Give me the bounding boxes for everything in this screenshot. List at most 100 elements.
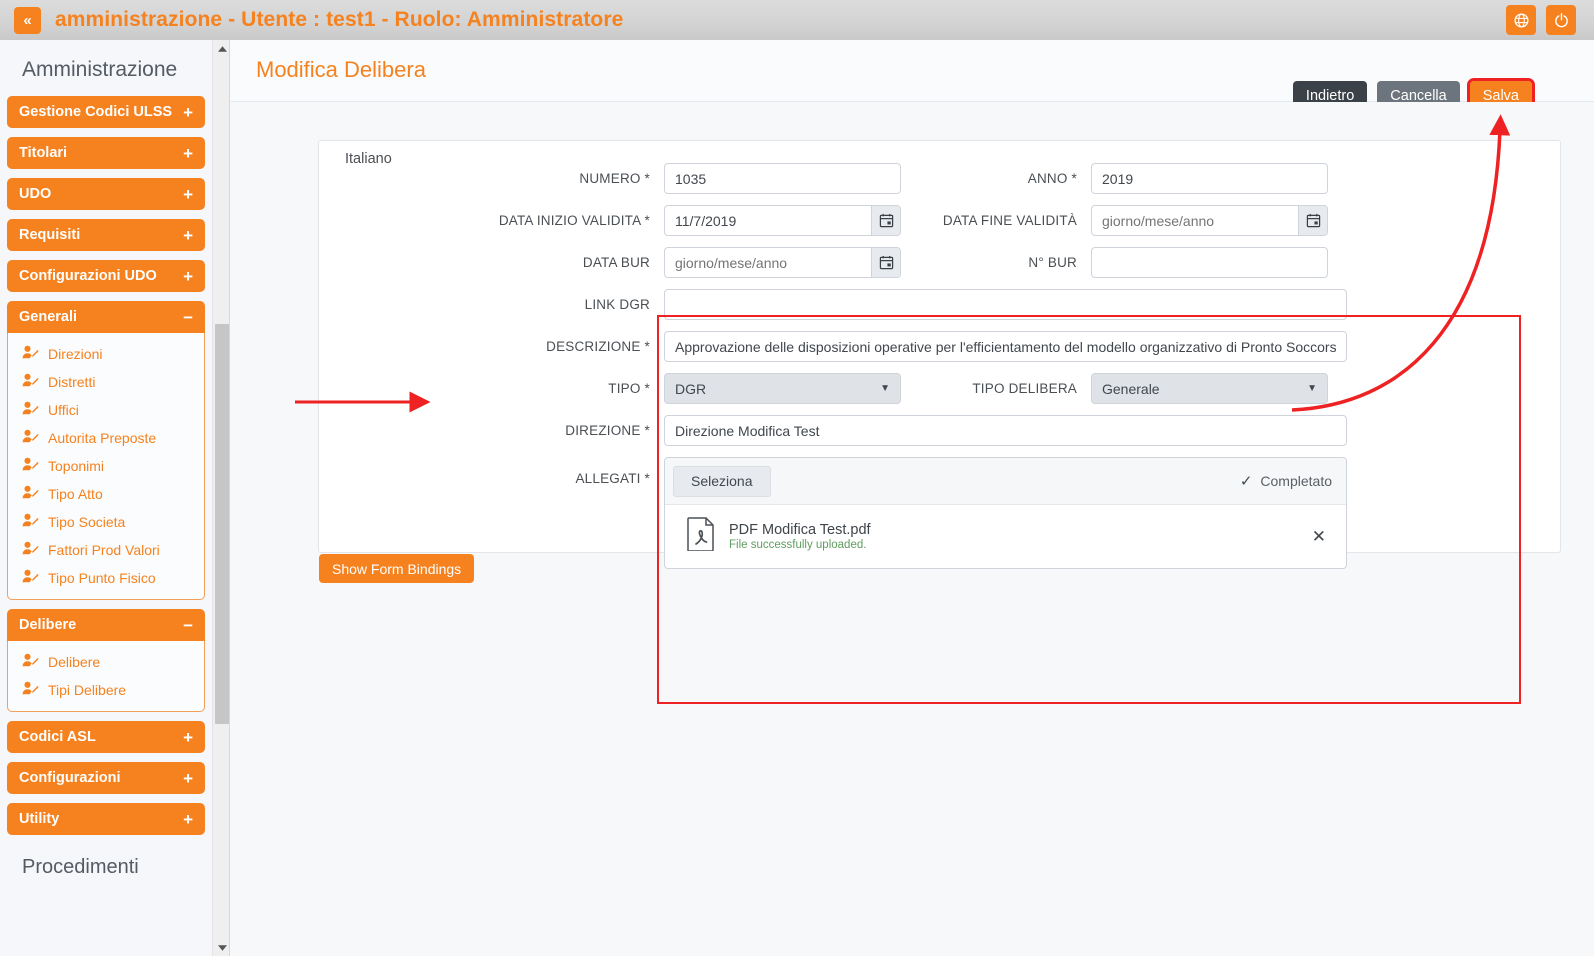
seleziona-button[interactable]: Seleziona: [673, 466, 771, 497]
sidebar-group-label: Codici ASL: [19, 729, 183, 745]
double-chevron-left-icon: «: [23, 12, 31, 29]
form-row-direzione: DIREZIONE *: [419, 415, 1567, 446]
form-row-bur: DATA BUR: [419, 247, 1567, 278]
sidebar-group-header-gestione-codici-ulss[interactable]: Gestione Codici ULSS+: [7, 96, 205, 128]
allegati-box: Seleziona ✓ Completato: [664, 457, 1347, 569]
user-edit-icon: [22, 429, 39, 447]
sidebar-group: Codici ASL+: [7, 721, 205, 753]
top-bar: « amministrazione - Utente : test1 - Ruo…: [0, 0, 1594, 40]
check-icon: ✓: [1240, 472, 1253, 490]
sidebar-title: Amministrazione: [0, 40, 212, 96]
sidebar-group-header-generali[interactable]: Generali−: [7, 301, 205, 333]
sidebar-item-toponimi[interactable]: Toponimi: [8, 452, 204, 480]
sidebar-group-header-configurazioni[interactable]: Configurazioni+: [7, 762, 205, 794]
main-content: Modifica Delibera Indietro Cancella Salv…: [231, 40, 1594, 956]
sidebar-group-label: Generali: [19, 309, 183, 325]
form-row-link-dgr: LINK DGR: [419, 289, 1567, 320]
sidebar-group-label: Delibere: [19, 617, 183, 633]
data-bur-input[interactable]: [664, 247, 901, 278]
link-dgr-input[interactable]: [664, 289, 1347, 320]
data-inizio-calendar-button[interactable]: [871, 206, 900, 235]
sidebar-group-header-titolari[interactable]: Titolari+: [7, 137, 205, 169]
sidebar-group-header-udo[interactable]: UDO+: [7, 178, 205, 210]
scrollbar-thumb[interactable]: [215, 324, 229, 724]
anno-input[interactable]: [1091, 163, 1328, 194]
direzione-input[interactable]: [664, 415, 1347, 446]
plus-icon: +: [183, 729, 193, 746]
sidebar-group: UDO+: [7, 178, 205, 210]
language-button[interactable]: [1506, 5, 1536, 35]
data-fine-validita-input[interactable]: [1091, 205, 1328, 236]
numero-label: NUMERO *: [419, 171, 664, 186]
n-bur-label: N° BUR: [901, 255, 1091, 270]
minus-icon: −: [183, 617, 193, 634]
scroll-down-arrow-icon[interactable]: [213, 939, 231, 956]
sidebar-group-header-utility[interactable]: Utility+: [7, 803, 205, 835]
top-bar-actions: [1506, 5, 1586, 35]
tab-italiano[interactable]: Italiano: [335, 145, 402, 173]
data-fine-calendar-button[interactable]: [1298, 206, 1327, 235]
plus-icon: +: [183, 770, 193, 787]
sidebar-group-header-codici-asl[interactable]: Codici ASL+: [7, 721, 205, 753]
plus-icon: +: [183, 104, 193, 121]
tipo-label: TIPO *: [419, 381, 664, 396]
sidebar-item-direzioni[interactable]: Direzioni: [8, 340, 204, 368]
attachment-row: PDF Modifica Test.pdf File successfully …: [665, 505, 1346, 568]
sidebar-item-uffici[interactable]: Uffici: [8, 396, 204, 424]
scroll-up-arrow-icon[interactable]: [213, 40, 231, 57]
logout-button[interactable]: [1546, 5, 1576, 35]
allegati-label: ALLEGATI *: [419, 457, 664, 486]
sidebar-item-fattori-prod-valori[interactable]: Fattori Prod Valori: [8, 536, 204, 564]
sidebar-item-delibere[interactable]: Delibere: [8, 648, 204, 676]
sidebar-scrollbar[interactable]: [212, 40, 230, 956]
sidebar-footer-label: Procedimenti: [0, 844, 212, 879]
sidebar-item-label: Autorita Preposte: [48, 430, 156, 446]
n-bur-input[interactable]: [1091, 247, 1328, 278]
sidebar-group: Delibere−DelibereTipi Delibere: [7, 609, 205, 712]
tipo-select[interactable]: DGR ▼: [664, 373, 901, 404]
sidebar-group-label: Configurazioni UDO: [19, 268, 183, 284]
sidebar-item-label: Tipo Atto: [48, 486, 103, 502]
sidebar-item-autorita-preposte[interactable]: Autorita Preposte: [8, 424, 204, 452]
plus-icon: +: [183, 186, 193, 203]
user-edit-icon: [22, 485, 39, 503]
data-bur-field: [664, 247, 901, 278]
sidebar-item-label: Distretti: [48, 374, 95, 390]
sidebar-group-header-delibere[interactable]: Delibere−: [7, 609, 205, 641]
sidebar-item-distretti[interactable]: Distretti: [8, 368, 204, 396]
sidebar-collapse-button[interactable]: «: [14, 7, 41, 34]
sidebar-item-tipo-punto-fisico[interactable]: Tipo Punto Fisico: [8, 564, 204, 592]
data-inizio-validita-input[interactable]: [664, 205, 901, 236]
attachment-status: File successfully uploaded.: [729, 539, 871, 551]
numero-input[interactable]: [664, 163, 901, 194]
remove-attachment-button[interactable]: ✕: [1306, 527, 1332, 547]
upload-status-label: Completato: [1260, 473, 1332, 489]
user-edit-icon: [22, 345, 39, 363]
attachment-meta: PDF Modifica Test.pdf File successfully …: [729, 522, 871, 551]
sidebar-item-label: Fattori Prod Valori: [48, 542, 160, 558]
sidebar-group: Configurazioni UDO+: [7, 260, 205, 292]
sidebar-item-label: Uffici: [48, 402, 79, 418]
data-bur-calendar-button[interactable]: [871, 248, 900, 277]
sidebar-group: Requisiti+: [7, 219, 205, 251]
sidebar-item-tipo-societa[interactable]: Tipo Societa: [8, 508, 204, 536]
sidebar-item-tipo-atto[interactable]: Tipo Atto: [8, 480, 204, 508]
user-edit-icon: [22, 457, 39, 475]
descrizione-input[interactable]: [664, 331, 1347, 362]
chevron-down-icon: ▼: [1307, 383, 1317, 394]
sidebar-item-label: Tipo Societa: [48, 514, 125, 530]
sidebar-group-header-requisiti[interactable]: Requisiti+: [7, 219, 205, 251]
sidebar-group: Configurazioni+: [7, 762, 205, 794]
sidebar-item-label: Delibere: [48, 654, 100, 670]
plus-icon: +: [183, 811, 193, 828]
link-dgr-label: LINK DGR: [419, 297, 664, 312]
page-header: Modifica Delibera Indietro Cancella Salv…: [231, 40, 1594, 102]
tipo-delibera-select[interactable]: Generale ▼: [1091, 373, 1328, 404]
sidebar-item-tipi-delibere[interactable]: Tipi Delibere: [8, 676, 204, 704]
form-row-date-validita: DATA INIZIO VALIDITA *: [419, 205, 1567, 236]
show-form-bindings-button[interactable]: Show Form Bindings: [319, 554, 474, 583]
user-edit-icon: [22, 541, 39, 559]
content-area: Italiano NUMERO * ANNO * DATA INIZIO VAL…: [231, 102, 1594, 956]
form-panel: Italiano NUMERO * ANNO * DATA INIZIO VAL…: [318, 140, 1561, 553]
sidebar-group-header-configurazioni-udo[interactable]: Configurazioni UDO+: [7, 260, 205, 292]
